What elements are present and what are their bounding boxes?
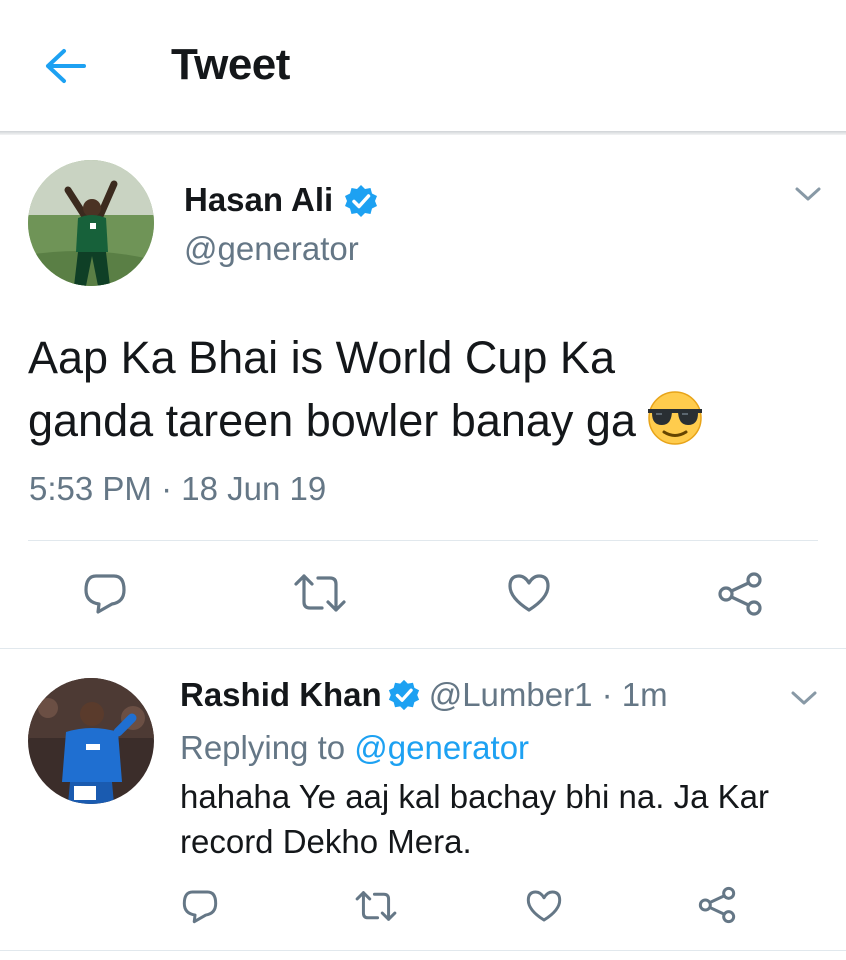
- like-icon[interactable]: [525, 887, 563, 930]
- verified-badge-icon: [387, 678, 421, 720]
- divider: [0, 648, 846, 649]
- author-name[interactable]: Hasan Ali: [184, 181, 333, 219]
- reply-author-name[interactable]: Rashid Khan: [180, 676, 382, 713]
- header-divider: [0, 131, 846, 135]
- reply-separator: ·: [601, 676, 613, 713]
- verified-badge-icon: [343, 183, 379, 224]
- chevron-down-icon[interactable]: [794, 184, 822, 209]
- tweet-text: Aap Ka Bhai is World Cup Ka ganda tareen…: [28, 326, 818, 461]
- reply-avatar[interactable]: [28, 678, 154, 804]
- author-handle[interactable]: @generator: [184, 230, 359, 268]
- share-icon[interactable]: [716, 570, 764, 623]
- tweet-text-line-2: ganda tareen bowler banay ga: [28, 395, 636, 446]
- tweet-date: 18 Jun 19: [181, 470, 327, 507]
- share-icon[interactable]: [697, 885, 737, 930]
- reply-icon[interactable]: [181, 887, 219, 930]
- tweet-time: 5:53 PM: [29, 470, 152, 507]
- back-arrow-icon[interactable]: [44, 46, 88, 86]
- reply-author-handle[interactable]: @Lumber1: [429, 676, 593, 713]
- retweet-icon[interactable]: [354, 887, 398, 930]
- tweet-timestamp[interactable]: 5:53 PM · 18 Jun 19: [29, 470, 326, 508]
- retweet-icon[interactable]: [292, 570, 348, 621]
- replying-to-link[interactable]: @generator: [354, 729, 529, 766]
- sunglasses-emoji-icon: [644, 389, 706, 461]
- reply-header: Rashid Khan @Lumber1 · 1m: [180, 676, 668, 720]
- divider: [0, 950, 846, 951]
- reply-text-line: record Dekho Mera.: [180, 823, 472, 860]
- timestamp-separator: ·: [161, 470, 173, 507]
- like-icon[interactable]: [506, 570, 552, 621]
- chevron-down-icon[interactable]: [790, 688, 818, 713]
- divider: [28, 540, 818, 541]
- replying-to-prefix: Replying to: [180, 729, 346, 766]
- reply-text-line: hahaha Ye aaj kal bachay bhi na. Ja Kar: [180, 778, 769, 815]
- tweet-text-line: Aap Ka Bhai is World Cup Ka: [28, 332, 615, 383]
- top-bar: Tweet: [0, 0, 846, 131]
- replying-to-line: Replying to @generator: [180, 729, 529, 767]
- tweet-text-line: ganda tareen bowler banay ga: [28, 389, 818, 461]
- avatar[interactable]: [28, 160, 154, 286]
- page-title: Tweet: [171, 40, 290, 89]
- reply-age[interactable]: 1m: [622, 676, 668, 713]
- reply-icon[interactable]: [82, 570, 128, 621]
